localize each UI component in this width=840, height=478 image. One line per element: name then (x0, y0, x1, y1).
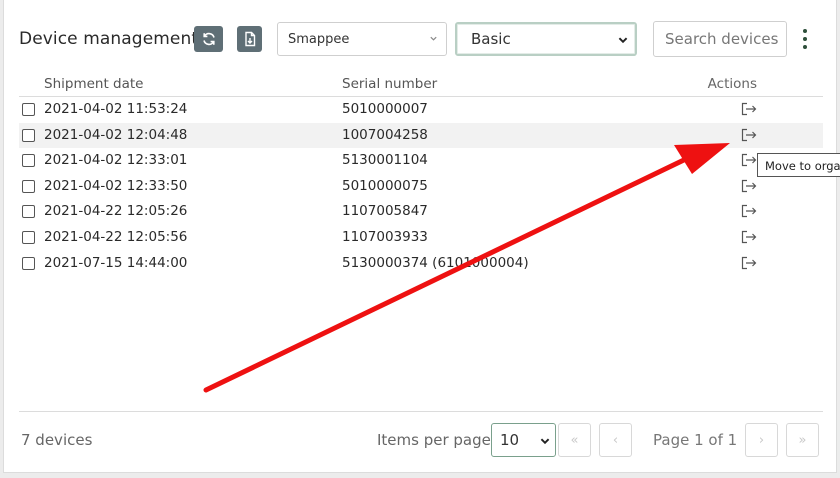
row-checkbox[interactable] (22, 205, 35, 219)
items-per-page-select[interactable]: 10 (491, 423, 556, 457)
column-serial-number[interactable]: Serial number (342, 76, 437, 92)
search-input[interactable]: Search devices (653, 21, 787, 57)
move-to-organization-icon[interactable] (741, 256, 757, 270)
move-to-organization-icon[interactable] (741, 102, 757, 116)
table-row[interactable]: 2021-04-22 12:05:56 1107003933 (19, 225, 823, 251)
serial-number-cell: 1007004258 (342, 126, 428, 143)
table-row[interactable]: 2021-04-02 12:33:01 5130001104 (19, 148, 823, 174)
next-page-button[interactable]: › (745, 423, 778, 457)
brand-select[interactable]: Smappee (277, 22, 447, 56)
serial-number-cell: 1107003933 (342, 228, 428, 245)
brand-select-value: Smappee (288, 31, 350, 47)
table-header: Shipment date Serial number Actions (19, 72, 823, 97)
move-to-organization-icon[interactable] (741, 179, 757, 193)
page-info: Page 1 of 1 (653, 431, 738, 449)
row-checkbox[interactable] (22, 128, 35, 142)
chevron-down-icon (618, 37, 628, 44)
shipment-date-cell: 2021-04-02 11:53:24 (44, 101, 188, 117)
refresh-button[interactable] (194, 26, 223, 52)
shipment-date-cell: 2021-04-02 12:04:48 (44, 126, 188, 143)
shipment-date-cell: 2021-07-15 14:44:00 (44, 254, 188, 271)
move-to-organization-icon[interactable] (741, 204, 757, 218)
column-actions: Actions (707, 76, 757, 92)
row-checkbox[interactable] (22, 256, 35, 270)
move-to-organization-icon[interactable] (741, 128, 757, 142)
chevron-down-icon (430, 36, 437, 41)
kebab-menu-icon[interactable] (800, 29, 810, 49)
shipment-date-cell: 2021-04-22 12:05:56 (44, 228, 188, 245)
move-to-organization-icon[interactable] (741, 153, 757, 167)
move-to-organization-icon[interactable] (741, 230, 757, 244)
shipment-date-cell: 2021-04-02 12:33:01 (44, 152, 188, 169)
column-shipment-date[interactable]: Shipment date (44, 76, 143, 92)
prev-page-button[interactable]: ‹ (599, 423, 632, 457)
shipment-date-cell: 2021-04-22 12:05:26 (44, 203, 188, 220)
serial-number-cell: 5130001104 (342, 152, 428, 169)
items-per-page-label: Items per page (377, 431, 491, 449)
items-per-page-value: 10 (500, 431, 520, 449)
table-row[interactable]: 2021-04-02 12:04:48 1007004258 (19, 122, 823, 149)
move-to-organization-tooltip: Move to organization (757, 153, 840, 177)
table-row[interactable]: 2021-04-02 11:53:24 5010000007 (19, 97, 823, 123)
device-count: 7 devices (21, 431, 93, 449)
export-button[interactable] (237, 26, 262, 52)
last-page-button[interactable]: » (786, 423, 819, 457)
device-table-body: 2021-04-02 11:53:24 5010000007 2021-04-0… (19, 97, 823, 276)
serial-number-cell: 1107005847 (342, 203, 428, 220)
footer-divider (19, 411, 823, 412)
row-checkbox[interactable] (22, 154, 35, 168)
serial-number-cell: 5010000007 (342, 101, 428, 117)
view-select[interactable]: Basic (455, 22, 637, 56)
chevron-down-icon (540, 438, 550, 445)
export-file-icon (244, 31, 255, 47)
device-management-card: Device management Smappee Basic Search d… (3, 0, 837, 473)
page-title: Device management (19, 29, 199, 49)
view-select-value: Basic (471, 30, 511, 48)
table-row[interactable]: 2021-04-22 12:05:26 1107005847 (19, 199, 823, 225)
search-placeholder: Search devices (665, 30, 779, 48)
serial-number-cell: 5130000374 (6101000004) (342, 254, 529, 271)
first-page-button[interactable]: « (558, 423, 591, 457)
row-checkbox[interactable] (22, 230, 35, 244)
row-checkbox[interactable] (22, 179, 35, 193)
table-row[interactable]: 2021-04-02 12:33:50 5010000075 (19, 174, 823, 200)
table-row[interactable]: 2021-07-15 14:44:00 5130000374 (61010000… (19, 251, 823, 277)
refresh-icon (202, 32, 215, 46)
shipment-date-cell: 2021-04-02 12:33:50 (44, 177, 188, 194)
row-checkbox[interactable] (22, 103, 35, 116)
serial-number-cell: 5010000075 (342, 177, 428, 194)
